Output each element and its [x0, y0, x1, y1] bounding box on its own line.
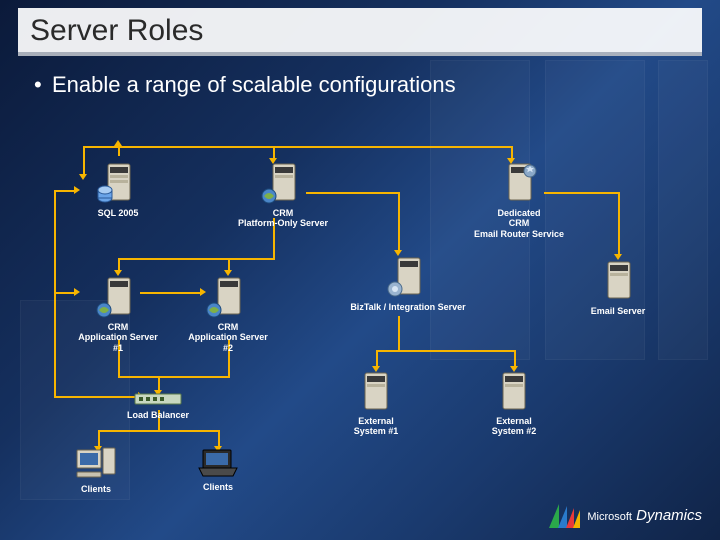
- node-crm-app-server-1: CRM Application Server #1: [73, 272, 163, 353]
- node-external-system-1: External System #1: [331, 368, 421, 437]
- node-biztalk-integration: BizTalk / Integration Server: [348, 252, 468, 312]
- node-label: Dedicated CRM Email Router Service: [464, 208, 574, 239]
- node-clients-laptop: Clients: [178, 446, 258, 492]
- node-load-balancer: Load Balancer: [118, 390, 198, 420]
- brand-text: Microsoft Dynamics: [587, 507, 702, 524]
- brand-line1: Microsoft: [587, 511, 632, 523]
- node-label: Load Balancer: [118, 410, 198, 420]
- diagram-stage: SQL 2005 CRM Platform-Only Server Dedica…: [28, 110, 660, 494]
- node-crm-app-server-2: CRM Application Server #2: [183, 272, 273, 353]
- bullet-dot: •: [34, 72, 52, 98]
- node-label: External System #1: [331, 416, 421, 437]
- node-label: CRM Application Server #1: [73, 322, 163, 353]
- server-tower-icon: [96, 158, 140, 206]
- node-email-server: Email Server: [573, 256, 663, 316]
- node-crm-platform-only: CRM Platform-Only Server: [228, 158, 338, 229]
- node-sql-2005: SQL 2005: [73, 158, 163, 218]
- brand-line2: Dynamics: [636, 507, 702, 524]
- node-dedicated-crm-email-router: Dedicated CRM Email Router Service: [464, 158, 574, 239]
- node-label: CRM Platform-Only Server: [228, 208, 338, 229]
- server-tower-icon: [497, 158, 541, 206]
- node-label: Email Server: [573, 306, 663, 316]
- server-tower-icon: [96, 272, 140, 320]
- node-label: SQL 2005: [73, 208, 163, 218]
- server-tower-icon: [494, 368, 534, 414]
- bullet-row: • Enable a range of scalable configurati…: [34, 72, 690, 98]
- server-tower-icon: [261, 158, 305, 206]
- bullet-text: Enable a range of scalable configuration…: [52, 72, 456, 98]
- server-tower-icon: [206, 272, 250, 320]
- desktop-computer-icon: [73, 446, 119, 482]
- node-label: External System #2: [469, 416, 559, 437]
- node-label: BizTalk / Integration Server: [348, 302, 468, 312]
- network-switch-icon: [133, 390, 183, 408]
- node-external-system-2: External System #2: [469, 368, 559, 437]
- dynamics-mark-icon: [549, 502, 579, 528]
- server-tower-icon: [356, 368, 396, 414]
- server-tower-icon: [386, 252, 430, 300]
- node-label: Clients: [178, 482, 258, 492]
- laptop-icon: [195, 446, 241, 480]
- node-clients-desktop: Clients: [56, 446, 136, 494]
- node-label: Clients: [56, 484, 136, 494]
- brand-logo: Microsoft Dynamics: [549, 502, 702, 528]
- node-label: CRM Application Server #2: [183, 322, 273, 353]
- server-tower-icon: [596, 256, 640, 304]
- slide-title: Server Roles: [18, 8, 702, 56]
